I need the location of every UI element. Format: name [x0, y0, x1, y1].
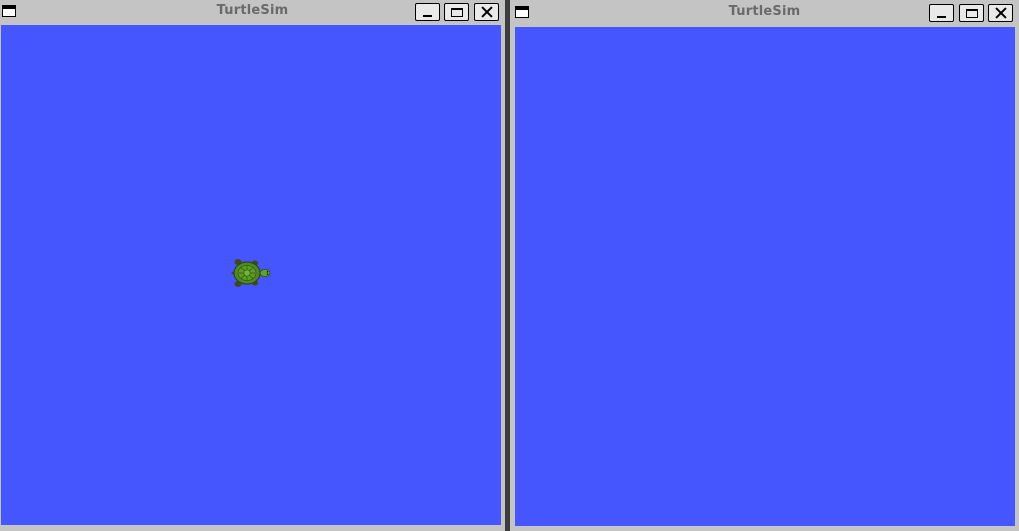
minimize-button[interactable]: [929, 4, 954, 22]
close-icon: [481, 6, 493, 18]
turtlesim-window-1: TurtleSim: [0, 0, 505, 531]
maximize-icon: [450, 7, 463, 17]
turtle-canvas[interactable]: [515, 27, 1015, 526]
close-button[interactable]: [474, 3, 499, 21]
maximize-button[interactable]: [444, 3, 469, 21]
turtle-icon: [231, 259, 271, 287]
minimize-icon: [937, 16, 946, 18]
title-bar[interactable]: TurtleSim: [510, 0, 1019, 24]
desktop: TurtleSim TurtleSim: [0, 0, 1019, 531]
close-icon: [995, 7, 1007, 19]
minimize-icon: [423, 15, 432, 17]
turtlesim-window-2: TurtleSim: [510, 0, 1019, 531]
title-bar[interactable]: TurtleSim: [0, 0, 505, 24]
turtle-canvas[interactable]: [1, 25, 501, 525]
maximize-button[interactable]: [959, 4, 984, 22]
close-button[interactable]: [988, 4, 1013, 22]
maximize-icon: [965, 8, 978, 18]
minimize-button[interactable]: [415, 3, 440, 21]
